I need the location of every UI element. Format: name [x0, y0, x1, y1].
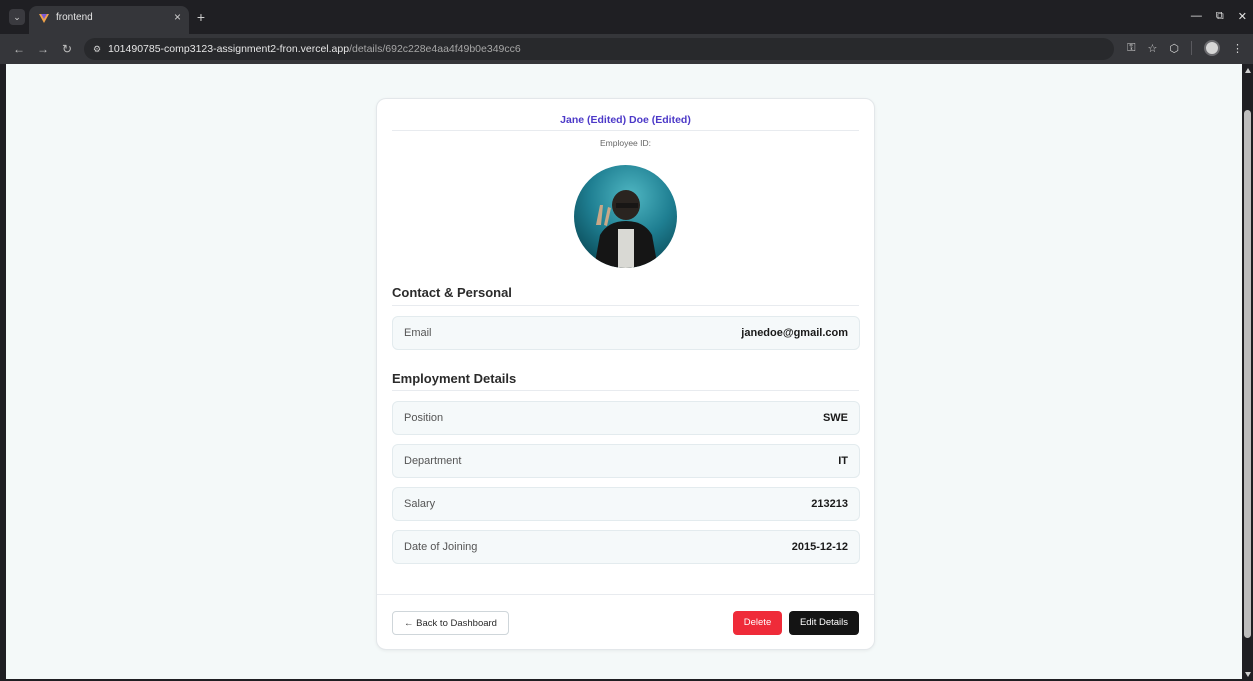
email-label: Email: [404, 327, 432, 339]
address-bar[interactable]: ⚙ 101490785-comp3123-assignment2-fron.ve…: [84, 38, 1114, 60]
employee-details-card: Jane (Edited) Doe (Edited) Employee ID: …: [376, 98, 875, 650]
profile-avatar-icon[interactable]: [1204, 40, 1220, 56]
menu-kebab-icon[interactable]: ⋮: [1232, 42, 1243, 55]
page-scrollbar[interactable]: [1242, 64, 1253, 681]
site-info-icon[interactable]: ⚙: [90, 42, 104, 56]
salary-label: Salary: [404, 498, 436, 510]
reload-icon[interactable]: ↻: [58, 40, 76, 58]
employment-section-title: Employment Details: [392, 371, 517, 386]
position-label: Position: [404, 412, 444, 424]
contact-section-divider: [392, 305, 859, 306]
footer-divider: [377, 594, 874, 595]
toolbar-divider: [1191, 41, 1192, 55]
position-row: Position SWE: [392, 401, 860, 435]
restore-icon[interactable]: ⧉: [1216, 10, 1224, 23]
url-host: 101490785-comp3123-assignment2-fron.verc…: [108, 43, 350, 55]
email-value: janedoe@gmail.com: [741, 327, 848, 339]
minimize-icon[interactable]: —: [1191, 10, 1202, 23]
scroll-thumb[interactable]: [1244, 110, 1251, 638]
contact-section-title: Contact & Personal: [392, 285, 512, 300]
joining-row: Date of Joining 2015-12-12: [392, 530, 860, 564]
department-row: Department IT: [392, 444, 860, 478]
edit-details-button[interactable]: Edit Details: [789, 611, 859, 635]
salary-value: 213213: [811, 498, 848, 510]
tab-strip: ⌄ frontend × + — ⧉ ✕: [0, 0, 1253, 34]
avatar: [574, 165, 677, 268]
tab-title: frontend: [56, 12, 93, 23]
department-label: Department: [404, 455, 462, 467]
vercel-favicon-icon: [39, 14, 49, 23]
bookmark-star-icon[interactable]: ☆: [1148, 42, 1158, 55]
back-to-dashboard-button[interactable]: ← Back to Dashboard: [392, 611, 509, 635]
close-window-icon[interactable]: ✕: [1238, 10, 1247, 23]
salary-row: Salary 213213: [392, 487, 860, 521]
joining-value: 2015-12-12: [791, 541, 848, 553]
tab-search-icon[interactable]: ⌄: [9, 9, 25, 25]
avatar-photo: [594, 190, 658, 268]
scroll-up-arrow-icon[interactable]: [1245, 68, 1251, 73]
scroll-down-arrow-icon[interactable]: [1245, 672, 1251, 677]
browser-toolbar: ← → ↻ ⚙ 101490785-comp3123-assignment2-f…: [0, 34, 1253, 64]
delete-button[interactable]: Delete: [733, 611, 782, 635]
employment-section-divider: [392, 390, 859, 391]
url-text[interactable]: 101490785-comp3123-assignment2-fron.verc…: [108, 43, 521, 55]
new-tab-icon[interactable]: +: [192, 8, 210, 26]
password-key-icon[interactable]: ⚿: [1127, 42, 1135, 55]
window-controls: — ⧉ ✕: [1191, 10, 1247, 23]
forward-arrow-icon[interactable]: →: [34, 40, 52, 58]
header-divider: [392, 130, 859, 131]
browser-window: ⌄ frontend × + — ⧉ ✕ ← → ↻ ⚙ 101490785-c…: [0, 0, 1253, 681]
back-arrow-icon[interactable]: ←: [10, 40, 28, 58]
employee-id-label: Employee ID:: [599, 138, 652, 148]
department-value: IT: [838, 455, 848, 467]
toolbar-icons: ⚿ ☆ ⬡ ⋮: [1127, 40, 1243, 56]
close-tab-icon[interactable]: ×: [174, 10, 181, 24]
url-path: /details/692c228e4aa4f49b0e349cc6: [349, 43, 521, 55]
joining-label: Date of Joining: [404, 541, 478, 553]
email-row: Email janedoe@gmail.com: [392, 316, 860, 350]
extensions-icon[interactable]: ⬡: [1169, 42, 1179, 55]
position-value: SWE: [822, 412, 848, 424]
employee-name: Jane (Edited) Doe (Edited): [560, 114, 691, 126]
browser-tab[interactable]: frontend ×: [29, 6, 189, 34]
page-viewport: Jane (Edited) Doe (Edited) Employee ID: …: [6, 64, 1242, 679]
